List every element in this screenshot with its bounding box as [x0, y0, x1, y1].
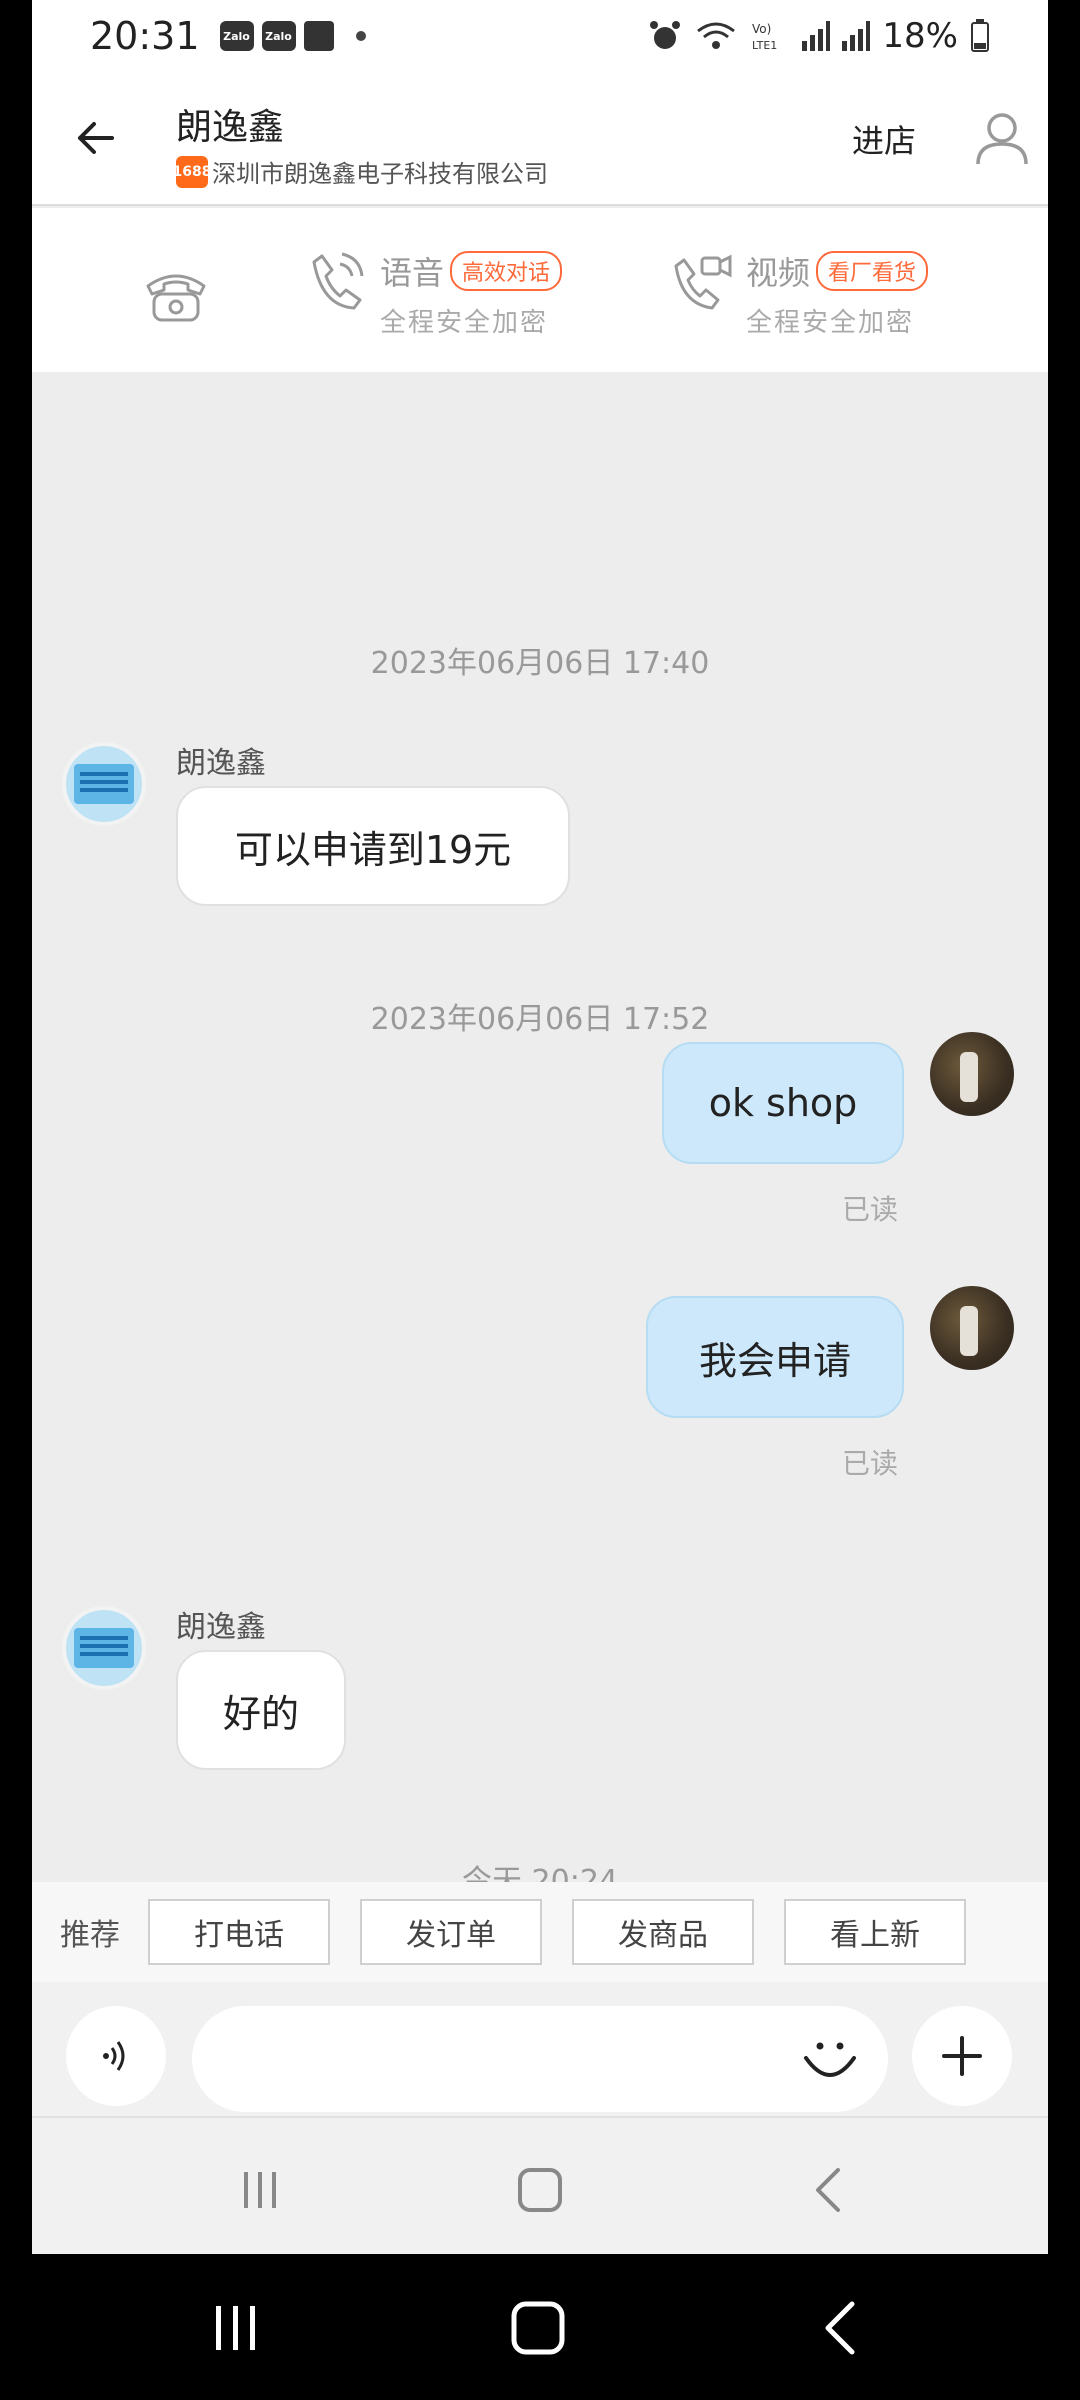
call-options-bar: 语音 高效对话 全程安全加密 视频 看厂看货 全程安全加密 [32, 208, 1048, 372]
status-right: Vo) LTE1 18% [648, 16, 990, 56]
incoming-message-bubble[interactable]: 好的 [176, 1650, 346, 1770]
plus-icon [942, 2036, 982, 2076]
call-chip[interactable]: 打电话 [148, 1899, 330, 1965]
home-icon[interactable] [512, 2162, 568, 2218]
voice-wave-icon [103, 2041, 125, 2071]
more-notifications-dot [355, 31, 366, 41]
shop-avatar[interactable] [62, 742, 146, 826]
shop-title: 朗逸鑫 [176, 107, 285, 148]
outgoing-message-bubble[interactable]: ok shop [662, 1042, 904, 1164]
chat-app: 朗逸鑫 1688 深圳市朗逸鑫电子科技有限公司 进店 语音 高效对话 全程安全加… [32, 72, 1048, 2254]
svg-text:Vo): Vo) [752, 22, 771, 36]
system-recents-icon[interactable] [206, 2298, 266, 2358]
battery-icon [971, 19, 989, 52]
shop-avatar[interactable] [62, 1606, 146, 1690]
video-badge: 看厂看货 [816, 251, 929, 291]
app-nav-bar [32, 2118, 1048, 2254]
profile-icon[interactable] [972, 108, 1032, 168]
voice-badge: 高效对话 [450, 251, 563, 291]
send-order-chip[interactable]: 发订单 [360, 1899, 542, 1965]
system-back-icon[interactable] [812, 2298, 872, 2358]
recommend-bar: 推荐 打电话 发订单 发商品 看上新 [32, 1882, 1048, 1982]
read-status: 已读 [842, 1193, 899, 1226]
voice-subtitle: 全程安全加密 [380, 308, 549, 338]
signal-icon [802, 21, 831, 51]
emoji-icon[interactable] [800, 2028, 860, 2088]
wifi-icon [697, 22, 736, 49]
alarm-icon [650, 21, 681, 49]
video-subtitle: 全程安全加密 [746, 308, 915, 338]
zalo-icon: Zalo [261, 21, 296, 51]
voice-input-button[interactable] [66, 2006, 166, 2106]
voice-title: 语音 [380, 254, 445, 292]
signal-icon-2 [842, 21, 871, 51]
new-arrivals-chip[interactable]: 看上新 [784, 1899, 966, 1965]
chat-header: 朗逸鑫 1688 深圳市朗逸鑫电子科技有限公司 进店 [32, 72, 1048, 206]
svg-text:LTE1: LTE1 [752, 39, 777, 52]
1688-logo-icon: 1688 [173, 155, 211, 188]
video-call-icon [674, 254, 732, 310]
outgoing-message-bubble[interactable]: 我会申请 [646, 1296, 904, 1418]
message-input[interactable] [192, 2006, 888, 2112]
gallery-icon [303, 21, 334, 51]
incoming-message-bubble[interactable]: 可以申请到19元 [176, 786, 570, 906]
system-nav-bar [0, 2254, 1080, 2400]
voice-call-button[interactable]: 语音 高效对话 全程安全加密 [302, 248, 563, 339]
send-product-chip[interactable]: 发商品 [572, 1899, 754, 1965]
battery-percent: 18% [882, 16, 958, 56]
video-call-button[interactable]: 视频 看厂看货 全程安全加密 [668, 248, 929, 339]
sender-name: 朗逸鑫 [176, 746, 266, 781]
company-name: 深圳市朗逸鑫电子科技有限公司 [212, 160, 548, 188]
shop-company: 1688 深圳市朗逸鑫电子科技有限公司 [173, 154, 548, 189]
message-timestamp: 2023年06月06日 17:40 [370, 646, 710, 681]
video-title: 视频 [746, 254, 811, 292]
zalo-icon: Zalo [219, 21, 254, 51]
status-notification-icons: Zalo Zalo [219, 21, 366, 51]
recents-icon[interactable] [232, 2162, 288, 2218]
enter-store-button[interactable]: 进店 [852, 116, 916, 162]
sender-name: 朗逸鑫 [176, 1610, 266, 1645]
recommend-label: 推荐 [60, 1918, 120, 1953]
status-time: 20:31 [90, 14, 200, 58]
back-arrow-icon[interactable] [68, 110, 124, 166]
user-avatar[interactable] [930, 1286, 1014, 1370]
voice-call-icon [312, 252, 364, 310]
read-status: 已读 [842, 1447, 899, 1480]
back-icon[interactable] [802, 2162, 858, 2218]
status-bar: 20:31 Zalo Zalo Vo) LTE1 18% [32, 0, 1048, 72]
message-list[interactable]: 2023年06月06日 17:40 朗逸鑫 可以申请到19元 2023年06月0… [32, 372, 1048, 1899]
more-options-button[interactable] [912, 2006, 1012, 2106]
input-bar [32, 1982, 1048, 2118]
system-home-icon[interactable] [508, 2298, 568, 2358]
volte-icon: Vo) LTE1 [752, 22, 777, 52]
user-avatar[interactable] [930, 1032, 1014, 1116]
message-timestamp: 2023年06月06日 17:52 [370, 1002, 710, 1037]
telephone-icon[interactable] [140, 256, 212, 328]
